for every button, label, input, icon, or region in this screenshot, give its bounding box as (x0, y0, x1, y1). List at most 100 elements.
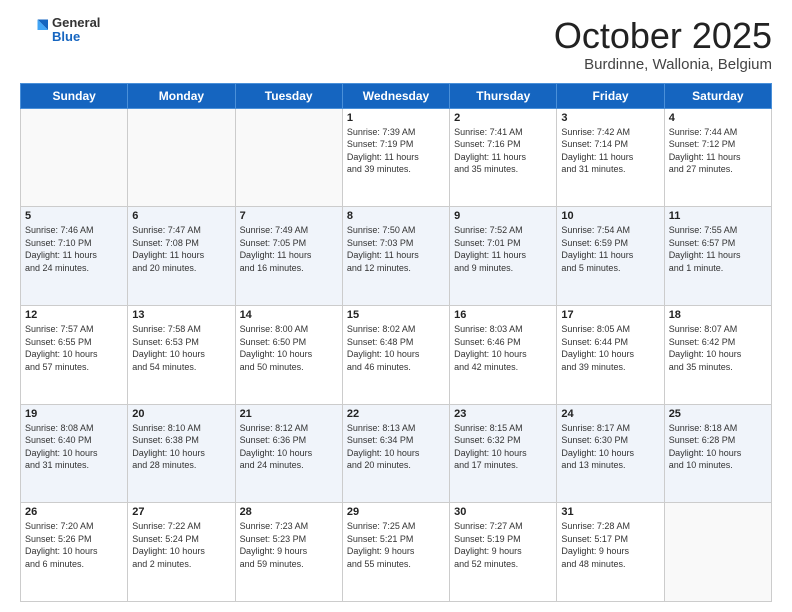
calendar-header-thursday: Thursday (450, 83, 557, 108)
day-number: 28 (240, 506, 338, 518)
day-info: Sunrise: 8:15 AM Sunset: 6:32 PM Dayligh… (454, 422, 552, 472)
calendar-cell (21, 108, 128, 207)
calendar-week-row: 19 Sunrise: 8:08 AM Sunset: 6:40 PM Dayli… (21, 404, 772, 503)
day-number: 16 (454, 309, 552, 321)
day-number: 13 (132, 309, 230, 321)
day-info: Sunrise: 7:54 AM Sunset: 6:59 PM Dayligh… (561, 224, 659, 274)
calendar-cell: 19 Sunrise: 8:08 AM Sunset: 6:40 PM Dayli… (21, 404, 128, 503)
day-number: 22 (347, 408, 445, 420)
day-info: Sunrise: 7:57 AM Sunset: 6:55 PM Dayligh… (25, 323, 123, 373)
calendar-cell: 23 Sunrise: 8:15 AM Sunset: 6:32 PM Dayli… (450, 404, 557, 503)
calendar-week-row: 26Sunrise: 7:20 AM Sunset: 5:26 PM Dayli… (21, 503, 772, 602)
calendar-cell (128, 108, 235, 207)
day-number: 1 (347, 112, 445, 124)
day-number: 30 (454, 506, 552, 518)
calendar-cell: 13 Sunrise: 7:58 AM Sunset: 6:53 PM Dayli… (128, 305, 235, 404)
day-info: Sunrise: 8:17 AM Sunset: 6:30 PM Dayligh… (561, 422, 659, 472)
calendar-cell: 26Sunrise: 7:20 AM Sunset: 5:26 PM Dayli… (21, 503, 128, 602)
calendar-cell: 21 Sunrise: 8:12 AM Sunset: 6:36 PM Dayli… (235, 404, 342, 503)
day-info: Sunrise: 7:52 AM Sunset: 7:01 PM Dayligh… (454, 224, 552, 274)
day-info: Sunrise: 7:39 AM Sunset: 7:19 PM Dayligh… (347, 126, 445, 176)
day-info: Sunrise: 8:12 AM Sunset: 6:36 PM Dayligh… (240, 422, 338, 472)
day-number: 19 (25, 408, 123, 420)
day-number: 18 (669, 309, 767, 321)
calendar-cell: 12Sunrise: 7:57 AM Sunset: 6:55 PM Dayli… (21, 305, 128, 404)
day-info: Sunrise: 7:41 AM Sunset: 7:16 PM Dayligh… (454, 126, 552, 176)
day-number: 4 (669, 112, 767, 124)
calendar-header-friday: Friday (557, 83, 664, 108)
day-number: 9 (454, 210, 552, 222)
day-number: 23 (454, 408, 552, 420)
logo-general: General (52, 16, 100, 30)
calendar-cell: 3 Sunrise: 7:42 AM Sunset: 7:14 PM Daylig… (557, 108, 664, 207)
calendar-cell: 20Sunrise: 8:10 AM Sunset: 6:38 PM Dayli… (128, 404, 235, 503)
day-info: Sunrise: 8:18 AM Sunset: 6:28 PM Dayligh… (669, 422, 767, 472)
calendar-header-row: SundayMondayTuesdayWednesdayThursdayFrid… (21, 83, 772, 108)
calendar-cell: 7 Sunrise: 7:49 AM Sunset: 7:05 PM Daylig… (235, 207, 342, 306)
day-number: 8 (347, 210, 445, 222)
calendar-cell: 9 Sunrise: 7:52 AM Sunset: 7:01 PM Daylig… (450, 207, 557, 306)
day-number: 10 (561, 210, 659, 222)
day-number: 29 (347, 506, 445, 518)
calendar-cell: 15Sunrise: 8:02 AM Sunset: 6:48 PM Dayli… (342, 305, 449, 404)
calendar-cell: 24 Sunrise: 8:17 AM Sunset: 6:30 PM Dayli… (557, 404, 664, 503)
calendar-header-sunday: Sunday (21, 83, 128, 108)
day-info: Sunrise: 7:47 AM Sunset: 7:08 PM Dayligh… (132, 224, 230, 274)
day-info: Sunrise: 7:46 AM Sunset: 7:10 PM Dayligh… (25, 224, 123, 274)
calendar-cell: 28 Sunrise: 7:23 AM Sunset: 5:23 PM Dayli… (235, 503, 342, 602)
calendar-week-row: 1 Sunrise: 7:39 AM Sunset: 7:19 PM Daylig… (21, 108, 772, 207)
day-info: Sunrise: 7:50 AM Sunset: 7:03 PM Dayligh… (347, 224, 445, 274)
calendar-header-tuesday: Tuesday (235, 83, 342, 108)
day-number: 11 (669, 210, 767, 222)
calendar-cell: 27Sunrise: 7:22 AM Sunset: 5:24 PM Dayli… (128, 503, 235, 602)
calendar-header-monday: Monday (128, 83, 235, 108)
day-number: 7 (240, 210, 338, 222)
day-info: Sunrise: 8:13 AM Sunset: 6:34 PM Dayligh… (347, 422, 445, 472)
title-location: Burdinne, Wallonia, Belgium (554, 56, 772, 73)
calendar-cell: 31Sunrise: 7:28 AM Sunset: 5:17 PM Dayli… (557, 503, 664, 602)
day-number: 26 (25, 506, 123, 518)
title-month: October 2025 (554, 16, 772, 56)
day-number: 5 (25, 210, 123, 222)
calendar-cell: 6 Sunrise: 7:47 AM Sunset: 7:08 PM Daylig… (128, 207, 235, 306)
day-info: Sunrise: 7:58 AM Sunset: 6:53 PM Dayligh… (132, 323, 230, 373)
day-info: Sunrise: 7:42 AM Sunset: 7:14 PM Dayligh… (561, 126, 659, 176)
title-block: October 2025 Burdinne, Wallonia, Belgium (554, 16, 772, 73)
calendar-cell: 17Sunrise: 8:05 AM Sunset: 6:44 PM Dayli… (557, 305, 664, 404)
day-number: 17 (561, 309, 659, 321)
day-info: Sunrise: 7:44 AM Sunset: 7:12 PM Dayligh… (669, 126, 767, 176)
calendar-cell: 11 Sunrise: 7:55 AM Sunset: 6:57 PM Dayli… (664, 207, 771, 306)
calendar-week-row: 12Sunrise: 7:57 AM Sunset: 6:55 PM Dayli… (21, 305, 772, 404)
calendar-header-saturday: Saturday (664, 83, 771, 108)
calendar-table: SundayMondayTuesdayWednesdayThursdayFrid… (20, 83, 772, 602)
header: General Blue October 2025 Burdinne, Wall… (20, 16, 772, 73)
day-number: 3 (561, 112, 659, 124)
day-info: Sunrise: 8:08 AM Sunset: 6:40 PM Dayligh… (25, 422, 123, 472)
day-info: Sunrise: 7:49 AM Sunset: 7:05 PM Dayligh… (240, 224, 338, 274)
calendar-cell: 1 Sunrise: 7:39 AM Sunset: 7:19 PM Daylig… (342, 108, 449, 207)
calendar-cell: 18Sunrise: 8:07 AM Sunset: 6:42 PM Dayli… (664, 305, 771, 404)
logo-blue: Blue (52, 30, 100, 44)
day-number: 21 (240, 408, 338, 420)
day-info: Sunrise: 7:25 AM Sunset: 5:21 PM Dayligh… (347, 520, 445, 570)
calendar-cell: 14Sunrise: 8:00 AM Sunset: 6:50 PM Dayli… (235, 305, 342, 404)
calendar-cell: 22 Sunrise: 8:13 AM Sunset: 6:34 PM Dayli… (342, 404, 449, 503)
calendar-cell: 30 Sunrise: 7:27 AM Sunset: 5:19 PM Dayli… (450, 503, 557, 602)
day-number: 14 (240, 309, 338, 321)
calendar-cell: 2Sunrise: 7:41 AM Sunset: 7:16 PM Daylig… (450, 108, 557, 207)
day-number: 6 (132, 210, 230, 222)
calendar-week-row: 5 Sunrise: 7:46 AM Sunset: 7:10 PM Daylig… (21, 207, 772, 306)
day-info: Sunrise: 7:23 AM Sunset: 5:23 PM Dayligh… (240, 520, 338, 570)
calendar-header-wednesday: Wednesday (342, 83, 449, 108)
calendar-cell: 16 Sunrise: 8:03 AM Sunset: 6:46 PM Dayli… (450, 305, 557, 404)
calendar-cell: 4 Sunrise: 7:44 AM Sunset: 7:12 PM Daylig… (664, 108, 771, 207)
day-info: Sunrise: 8:02 AM Sunset: 6:48 PM Dayligh… (347, 323, 445, 373)
logo: General Blue (20, 16, 100, 45)
logo-text: General Blue (52, 16, 100, 45)
day-info: Sunrise: 8:03 AM Sunset: 6:46 PM Dayligh… (454, 323, 552, 373)
day-info: Sunrise: 7:27 AM Sunset: 5:19 PM Dayligh… (454, 520, 552, 570)
calendar-cell: 10 Sunrise: 7:54 AM Sunset: 6:59 PM Dayli… (557, 207, 664, 306)
calendar-cell (235, 108, 342, 207)
day-number: 24 (561, 408, 659, 420)
day-info: Sunrise: 7:55 AM Sunset: 6:57 PM Dayligh… (669, 224, 767, 274)
